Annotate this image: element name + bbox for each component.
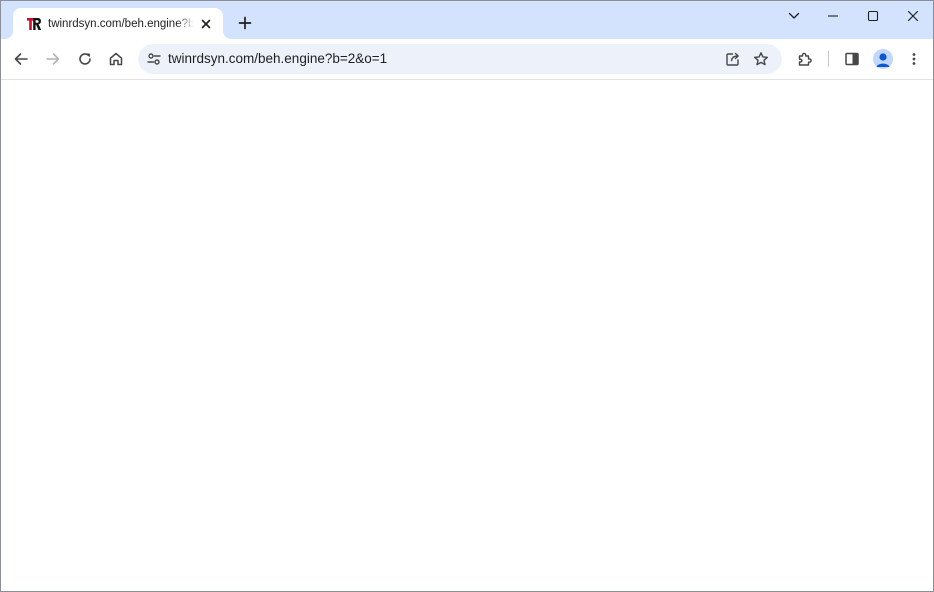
reload-icon[interactable] — [71, 45, 99, 73]
kebab-menu-icon[interactable] — [900, 45, 928, 73]
address-bar[interactable] — [138, 44, 782, 74]
plus-icon[interactable] — [233, 11, 257, 35]
close-icon[interactable] — [197, 15, 215, 33]
active-tab[interactable]: twinrdsyn.com/beh.engine?b=2&o=1 — [13, 8, 223, 39]
url-input[interactable] — [168, 49, 708, 69]
toolbar — [1, 39, 933, 80]
tab-title: twinrdsyn.com/beh.engine?b=2&o=1 — [48, 18, 194, 30]
star-icon[interactable] — [749, 47, 773, 71]
tab-strip: twinrdsyn.com/beh.engine?b=2&o=1 — [1, 1, 933, 39]
maximize-icon[interactable] — [853, 1, 893, 31]
toolbar-separator — [828, 51, 829, 67]
share-icon[interactable] — [721, 47, 745, 71]
arrow-right-icon[interactable] — [39, 45, 67, 73]
browser-window: twinrdsyn.com/beh.engine?b=2&o=1 — [0, 0, 934, 592]
arrow-left-icon[interactable] — [7, 45, 35, 73]
chevron-down-icon[interactable] — [774, 1, 814, 31]
avatar-icon[interactable] — [873, 49, 893, 69]
tune-icon[interactable] — [143, 48, 165, 70]
page-content[interactable] — [1, 80, 933, 591]
puzzle-icon[interactable] — [791, 45, 819, 73]
home-icon[interactable] — [102, 45, 130, 73]
close-icon[interactable] — [893, 1, 933, 31]
side-panel-icon[interactable] — [838, 45, 866, 73]
tr-logo-icon — [26, 16, 42, 32]
minimize-icon[interactable] — [813, 1, 853, 31]
